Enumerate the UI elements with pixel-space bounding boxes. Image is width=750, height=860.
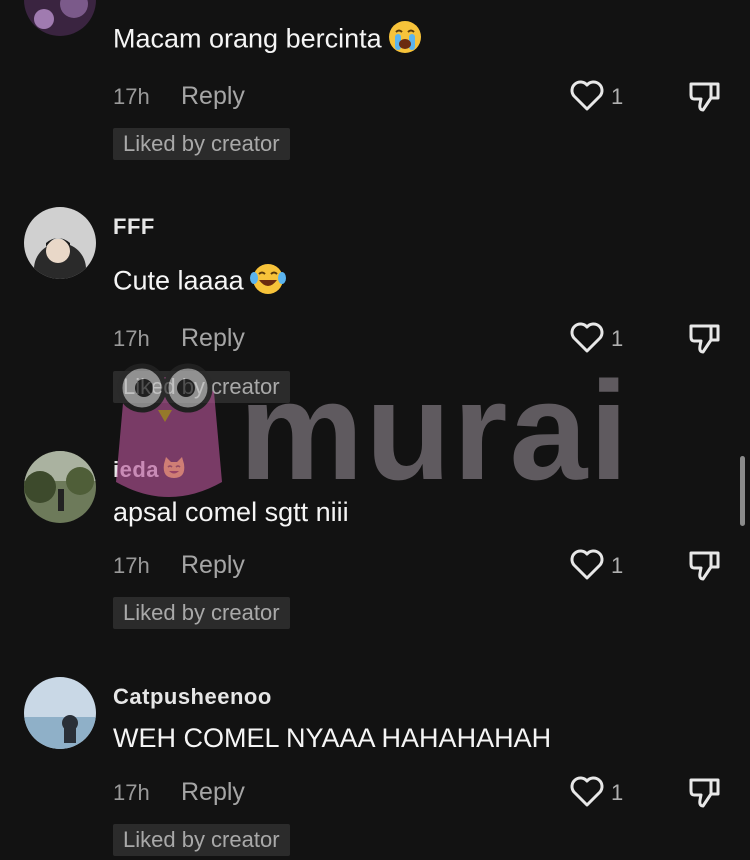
heart-icon <box>570 776 604 807</box>
liked-by-creator-badge: Liked by creator <box>113 824 290 856</box>
avatar[interactable] <box>24 207 96 279</box>
heart-icon <box>570 322 604 353</box>
heart-icon <box>570 80 604 111</box>
reply-button[interactable]: Reply <box>181 778 245 807</box>
reply-button[interactable]: Reply <box>181 324 245 353</box>
liked-by-creator-badge: Liked by creator <box>113 371 290 403</box>
comment-username[interactable]: ieda <box>113 456 187 486</box>
tears-of-joy-face-emoji <box>249 262 286 303</box>
liked-by-creator-badge: Liked by creator <box>113 128 290 160</box>
like-button[interactable]: 1 <box>569 547 629 581</box>
watermark-text: murai <box>239 352 631 509</box>
comment-time: 17h <box>113 553 150 578</box>
loudly-crying-face-emoji <box>388 20 422 61</box>
comment-time: 17h <box>113 84 150 109</box>
smiling-cat-emoji <box>161 456 187 486</box>
thumbs-down-icon <box>689 82 720 112</box>
like-count: 1 <box>611 553 624 578</box>
thumbs-down-icon <box>689 551 720 581</box>
like-count: 1 <box>611 84 624 109</box>
comment-text: Macam orang bercinta <box>113 20 422 61</box>
dislike-button[interactable] <box>687 78 723 114</box>
thumbs-down-icon <box>689 324 720 354</box>
comment-meta: 17h Reply 1 <box>113 547 733 581</box>
thumbs-down-icon <box>689 778 720 808</box>
comment-time: 17h <box>113 780 150 805</box>
dislike-button[interactable] <box>687 774 723 810</box>
comment-username[interactable]: Catpusheenoo <box>113 684 272 710</box>
liked-by-creator-badge: Liked by creator <box>113 597 290 629</box>
comment-text: Cute laaaa <box>113 262 286 303</box>
like-button[interactable]: 1 <box>569 320 629 354</box>
reply-button[interactable]: Reply <box>181 551 245 580</box>
like-count: 1 <box>611 326 624 351</box>
comment-time: 17h <box>113 326 150 351</box>
like-button[interactable]: 1 <box>569 774 629 808</box>
comment-meta: 17h Reply 1 <box>113 774 733 808</box>
dislike-button[interactable] <box>687 547 723 583</box>
avatar[interactable] <box>24 451 96 523</box>
comment-meta: 17h Reply 1 <box>113 320 733 354</box>
scrollbar[interactable] <box>740 456 745 526</box>
comment-text: apsal comel sgtt niii <box>113 497 349 527</box>
like-count: 1 <box>611 780 624 805</box>
comment-username[interactable]: FFF <box>113 214 155 240</box>
comment-meta: 17h Reply 1 <box>113 78 733 112</box>
comment-text: WEH COMEL NYAAA HAHAHAHAH <box>113 723 552 753</box>
like-button[interactable]: 1 <box>569 78 629 112</box>
heart-icon <box>570 549 604 580</box>
dislike-button[interactable] <box>687 320 723 356</box>
avatar[interactable] <box>24 0 96 36</box>
reply-button[interactable]: Reply <box>181 82 245 111</box>
avatar[interactable] <box>24 677 96 749</box>
